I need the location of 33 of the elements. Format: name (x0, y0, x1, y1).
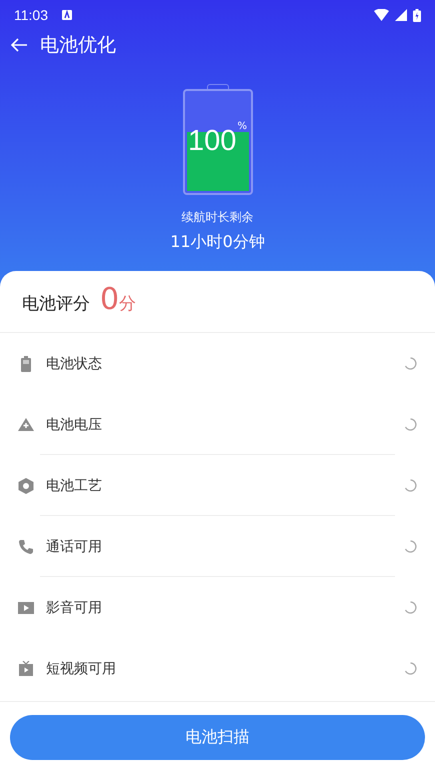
notification-icon (62, 10, 72, 20)
battery-icon (18, 356, 34, 372)
loading-spinner-icon (404, 662, 417, 675)
remaining-caption: 续航时长剩余 (182, 209, 254, 226)
score-unit: 分 (119, 293, 136, 315)
loading-spinner-icon (404, 418, 417, 431)
wifi-icon (374, 9, 389, 21)
battery-status-icon (413, 8, 421, 22)
warning-triangle-icon (18, 418, 34, 431)
loading-spinner-icon (404, 540, 417, 553)
hexagon-icon (18, 478, 34, 494)
score-label: 电池评分 (22, 293, 90, 315)
battery-percent: 100 (188, 127, 236, 156)
check-item-label: 电池工艺 (46, 476, 102, 494)
score-value: 0 (100, 285, 120, 315)
percent-sign: % (237, 121, 247, 132)
status-time: 11:03 (14, 7, 48, 23)
check-item-label: 电池电压 (46, 416, 102, 434)
page-title: 电池优化 (40, 33, 116, 58)
remaining-time: 11小时0分钟 (170, 232, 265, 253)
check-item-label: 电池状态 (46, 354, 102, 372)
loading-spinner-icon (404, 357, 417, 370)
scan-button[interactable]: 电池扫描 (10, 715, 425, 760)
signal-icon (395, 9, 407, 21)
tv-icon (18, 661, 34, 676)
video-icon (18, 602, 34, 614)
check-item-label: 短视频可用 (46, 660, 116, 678)
loading-spinner-icon (404, 479, 417, 492)
check-item-label: 影音可用 (46, 598, 102, 616)
loading-spinner-icon (404, 601, 417, 614)
phone-icon (18, 540, 34, 554)
check-item-label: 通话可用 (46, 538, 102, 556)
back-arrow-icon (10, 37, 28, 53)
